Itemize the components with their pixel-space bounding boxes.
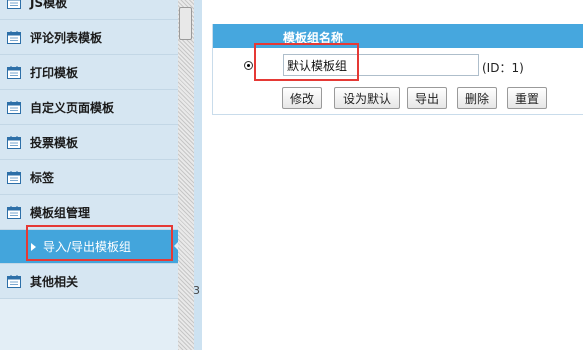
- calendar-icon: [7, 0, 21, 9]
- calendar-icon: [7, 65, 21, 79]
- sidebar-item-label: 打印模板: [30, 65, 79, 80]
- calendar-icon: [7, 274, 21, 288]
- template-group-table: 模板组名称 (ID：1) 修改 设为默认 导出 删除 重置: [212, 24, 583, 115]
- calendar-icon: [7, 135, 21, 149]
- scrollbar-thumb[interactable]: [179, 7, 192, 40]
- calendar-icon: [7, 30, 21, 44]
- sidebar-item-label: 自定义页面模板: [30, 100, 115, 115]
- pane-divider: [194, 0, 202, 350]
- reset-button[interactable]: 重置: [507, 87, 547, 109]
- sidebar-scrollbar[interactable]: [178, 0, 194, 350]
- sidebar: JS模板 评论列表模板 打印模板 自定义页面模板 投票模板 标签 模板组管理 导…: [0, 0, 179, 350]
- sidebar-item-label: 投票模板: [30, 135, 79, 150]
- group-select-radio[interactable]: [244, 61, 253, 70]
- sidebar-item-js-template[interactable]: JS模板: [0, 0, 178, 20]
- sidebar-item-print-template[interactable]: 打印模板: [0, 55, 178, 90]
- sidebar-item-label: 模板组管理: [30, 205, 91, 220]
- sidebar-item-label: JS模板: [30, 0, 68, 10]
- sidebar-item-custom-page-template[interactable]: 自定义页面模板: [0, 90, 178, 125]
- table-header: 模板组名称: [213, 24, 583, 48]
- radio-dot: [247, 64, 250, 67]
- sidebar-subitem-import-export-group[interactable]: 导入/导出模板组: [0, 230, 179, 264]
- sidebar-item-vote-template[interactable]: 投票模板: [0, 125, 178, 160]
- sidebar-item-label: 标签: [30, 170, 55, 185]
- group-name-input[interactable]: [283, 54, 479, 76]
- stray-text: 3: [193, 284, 200, 297]
- set-default-button[interactable]: 设为默认: [334, 87, 400, 109]
- group-id-label: (ID：1): [482, 61, 524, 75]
- triangle-right-icon: [31, 242, 36, 251]
- calendar-icon: [7, 170, 21, 184]
- sidebar-item-template-group-management[interactable]: 模板组管理: [0, 195, 178, 230]
- export-button[interactable]: 导出: [407, 87, 447, 109]
- edit-button[interactable]: 修改: [282, 87, 322, 109]
- delete-button[interactable]: 删除: [457, 87, 497, 109]
- sidebar-item-tags[interactable]: 标签: [0, 160, 178, 195]
- sidebar-item-label: 评论列表模板: [30, 30, 103, 45]
- sidebar-item-comment-list-template[interactable]: 评论列表模板: [0, 20, 178, 55]
- sidebar-subitem-label: 导入/导出模板组: [43, 240, 132, 254]
- calendar-icon: [7, 205, 21, 219]
- column-header-group-name: 模板组名称: [283, 31, 344, 45]
- sidebar-item-label: 其他相关: [30, 274, 79, 289]
- calendar-icon: [7, 100, 21, 114]
- sidebar-list: JS模板 评论列表模板 打印模板 自定义页面模板 投票模板 标签 模板组管理 导…: [0, 0, 179, 299]
- sidebar-item-other[interactable]: 其他相关: [0, 264, 178, 299]
